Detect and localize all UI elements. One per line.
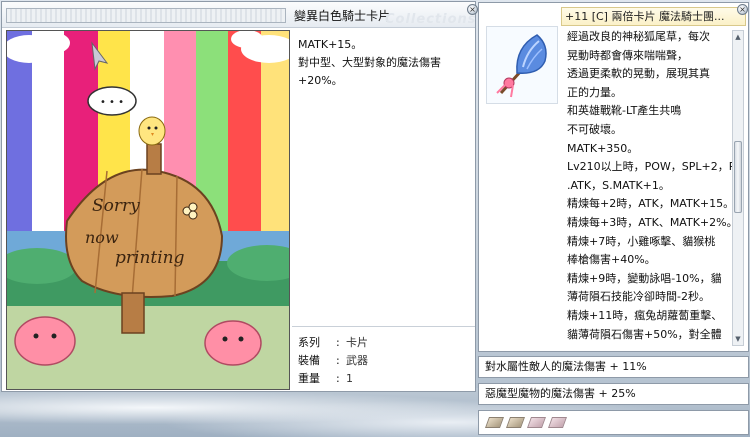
scroll-up-icon[interactable]: ▲ [734, 32, 742, 42]
item-desc-line: 透過更柔軟的晃動，展現其真 [567, 67, 710, 81]
card-desc-line: MATK+15。 [298, 38, 363, 51]
close-icon[interactable]: × [467, 4, 478, 15]
card-description: MATK+15。 對中型、大型對象的魔法傷害 +20%。 [298, 36, 470, 90]
bubble-text: • • • [100, 97, 124, 108]
item-desc-line: Lv210以上時，POW，SPL+2，P [567, 160, 736, 174]
item-desc-line: 正的力量。 [567, 85, 622, 99]
description-scrollbar[interactable]: ▲ ▼ [732, 30, 744, 346]
item-desc-line: 經過改良的神秘狐尾草，每次 [567, 30, 710, 43]
property-key: 重量 [298, 372, 320, 385]
card-properties: 系列 : 卡片 裝備 : 武器 重量 : 1 [298, 334, 473, 388]
item-desc-line: 精煉+11時，瘋兔胡蘿蔔重擊、 [567, 308, 723, 322]
property-row-series: 系列 : 卡片 [298, 334, 473, 352]
card-slot-bar [478, 410, 749, 435]
blue-foxtail-wand-icon [486, 26, 558, 104]
property-value: 1 [346, 372, 353, 385]
item-desc-line: 棒槍傷害+40%。 [567, 253, 656, 267]
card-info-window: 變異白色騎士卡片 Collections × • • • Sorry now p… [1, 1, 478, 392]
item-desc-line: 晃動時都會傳來喘喘聲， [567, 48, 688, 62]
random-option-2: 惡魔型魔物的魔法傷害 + 25% [478, 383, 749, 405]
item-description: 經過改良的神秘狐尾草，每次 晃動時都會傳來喘喘聲， 透過更柔軟的晃動，展現其真 … [567, 28, 738, 344]
card-name-frame [6, 8, 286, 23]
item-title[interactable]: +11 [C] 兩倍卡片 魔法騎士團... [561, 7, 746, 26]
card-illustration: • • • Sorry now printing [6, 30, 290, 390]
item-desc-line: .ATK，S.MATK+1。 [567, 178, 670, 192]
property-row-weight: 重量 : 1 [298, 370, 473, 388]
sign-text-1: Sorry [92, 196, 140, 216]
property-sep: : [336, 354, 340, 367]
sign-text-2: now [85, 228, 119, 247]
item-desc-line: 貓薄荷隕石傷害+50%，對全體 [567, 327, 722, 341]
item-desc-line: 和英雄戰靴-LT產生共鳴 [567, 104, 682, 118]
property-key: 裝備 [298, 354, 320, 367]
card-slot[interactable] [526, 417, 547, 428]
item-info-window: +11 [C] 兩倍卡片 魔法騎士團... × 經過改良的神秘狐尾草，每次 晃動… [478, 2, 749, 352]
property-sep: : [336, 372, 340, 385]
sign-text-3: printing [115, 248, 185, 268]
card-slot[interactable] [547, 417, 568, 428]
item-desc-line: 精煉每+2時，ATK，MATK+15。 [567, 197, 735, 211]
close-icon[interactable]: × [737, 4, 748, 15]
property-key: 系列 [298, 336, 320, 349]
card-slot[interactable] [484, 417, 505, 428]
property-value: 卡片 [346, 336, 368, 349]
scroll-down-icon[interactable]: ▼ [734, 334, 742, 344]
item-desc-line: 精煉+7時，小雞啄擊、貓猴桃 [567, 234, 716, 248]
card-desc-line: +20%。 [298, 74, 343, 87]
item-desc-line: 不可破壞。 [567, 122, 622, 136]
property-row-equip: 裝備 : 武器 [298, 352, 473, 370]
item-desc-line: 薄荷隕石技能冷卻時間-2秒。 [567, 290, 710, 304]
card-title: 變異白色騎士卡片 [294, 9, 391, 23]
item-desc-line: 精煉+9時，變動詠唱-10%，貓 [567, 271, 722, 285]
item-desc-line: 精煉每+3時，ATK、MATK+2%。 [567, 215, 738, 229]
property-value: 武器 [346, 354, 368, 367]
item-desc-line: MATK+350。 [567, 141, 639, 155]
property-sep: : [336, 336, 340, 349]
card-desc-line: 對中型、大型對象的魔法傷害 [298, 56, 441, 69]
random-option-1: 對水屬性敵人的魔法傷害 + 11% [478, 356, 749, 378]
card-divider [292, 326, 475, 327]
card-slot[interactable] [505, 417, 526, 428]
scroll-thumb[interactable] [734, 141, 742, 213]
watermark-text: Collections [385, 12, 477, 27]
